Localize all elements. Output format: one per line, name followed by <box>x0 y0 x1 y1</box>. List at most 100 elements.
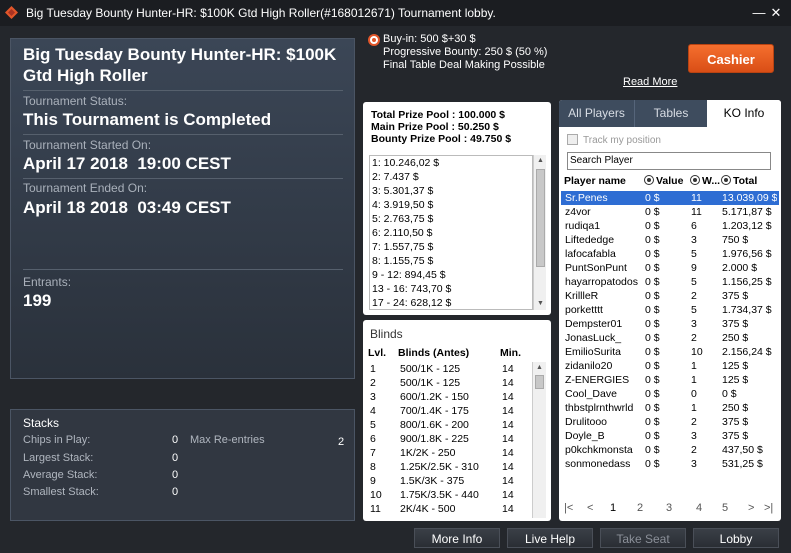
scroll-up-icon[interactable]: ▲ <box>534 155 547 167</box>
stacks-panel: Stacks Chips in Play: 0 Max Re-entries 2… <box>10 409 355 521</box>
blind-row: 11 2K/4K - 500 14 <box>366 502 532 516</box>
scroll-up-icon[interactable]: ▲ <box>533 362 546 374</box>
table-row[interactable]: hayarropatodos 0 $ 5 1.156,25 $ <box>561 275 779 289</box>
scroll-down-icon[interactable]: ▼ <box>534 298 547 310</box>
buyin-text: Buy-in: 500 $+30 $ <box>383 33 476 45</box>
largest-stack-label: Largest Stack: <box>23 452 94 464</box>
page-4[interactable]: 4 <box>696 502 702 514</box>
blind-level: 4 <box>370 405 376 417</box>
table-row[interactable]: EmilioSurita 0 $ 10 2.156,24 $ <box>561 345 779 359</box>
table-row[interactable]: lafocafabla 0 $ 5 1.976,56 $ <box>561 247 779 261</box>
table-row[interactable]: thbstplrnthwrld 0 $ 1 250 $ <box>561 401 779 415</box>
col-min: Min. <box>500 347 521 359</box>
live-help-button[interactable]: Live Help <box>507 528 593 548</box>
table-row[interactable]: Cool_Dave 0 $ 0 0 $ <box>561 387 779 401</box>
blind-row: 2 500/1K - 125 14 <box>366 376 532 390</box>
payout-row: 4: 3.919,50 $ <box>372 199 434 211</box>
table-row[interactable]: z4vor 0 $ 11 5.171,87 $ <box>561 205 779 219</box>
blind-minutes: 14 <box>502 433 514 445</box>
blind-level: 1 <box>370 363 376 375</box>
search-player-input[interactable]: Search Player <box>567 152 771 170</box>
first-page-icon[interactable]: |< <box>564 502 573 514</box>
checkbox-icon[interactable] <box>567 134 578 145</box>
table-row[interactable]: rudiqa1 0 $ 6 1.203,12 $ <box>561 219 779 233</box>
prize-pool-panel: Total Prize Pool : 100.000 $ Main Prize … <box>363 102 551 315</box>
chips-in-play-value: 0 <box>172 434 179 446</box>
player-name: Z-ENERGIES <box>565 374 630 386</box>
take-seat-button[interactable]: Take Seat <box>600 528 686 548</box>
blinds-scrollbar[interactable]: ▲ <box>532 362 546 518</box>
tab-ko-info[interactable]: KO Info <box>707 100 781 127</box>
read-more-link[interactable]: Read More <box>623 76 677 88</box>
divider <box>23 90 343 91</box>
player-value: 0 $ <box>645 402 660 414</box>
divider <box>23 134 343 135</box>
player-won: 5 <box>691 276 697 288</box>
table-row[interactable]: Liftededge 0 $ 3 750 $ <box>561 233 779 247</box>
last-page-icon[interactable]: >| <box>764 502 773 514</box>
blind-minutes: 14 <box>502 419 514 431</box>
blind-amounts: 700/1.4K - 175 <box>400 405 469 417</box>
player-won: 1 <box>691 402 697 414</box>
player-won: 2 <box>691 332 697 344</box>
pagination: |< < 1 2 3 4 5 > >| <box>559 502 781 518</box>
col-total-label: Total <box>733 175 758 187</box>
blind-minutes: 14 <box>502 475 514 487</box>
player-total: 250 $ <box>722 332 749 344</box>
player-name: PuntSonPunt <box>565 262 627 274</box>
player-value: 0 $ <box>645 318 660 330</box>
blind-level: 11 <box>370 503 381 515</box>
table-row[interactable]: Sr.Penes 0 $ 11 13.039,09 $ <box>561 191 779 205</box>
sort-radio-icon[interactable] <box>690 175 700 185</box>
largest-stack-value: 0 <box>172 452 179 464</box>
payout-row: 6: 2.110,50 $ <box>372 227 433 239</box>
blind-minutes: 14 <box>502 377 514 389</box>
blind-row: 5 800/1.6K - 200 14 <box>366 418 532 432</box>
sort-radio-icon[interactable] <box>721 175 731 185</box>
table-row[interactable]: zidanilo20 0 $ 1 125 $ <box>561 359 779 373</box>
scroll-thumb[interactable] <box>536 169 545 267</box>
col-won[interactable]: W... <box>690 175 720 187</box>
table-row[interactable]: Dempster01 0 $ 3 375 $ <box>561 317 779 331</box>
sort-radio-icon[interactable] <box>644 175 654 185</box>
player-total: 437,50 $ <box>722 444 763 456</box>
table-row[interactable]: Drulitooo 0 $ 2 375 $ <box>561 415 779 429</box>
payout-scrollbar[interactable]: ▲ ▼ <box>533 155 546 310</box>
col-value[interactable]: Value <box>644 175 683 187</box>
blind-level: 7 <box>370 447 376 459</box>
close-button[interactable]: ✕ <box>768 5 784 21</box>
player-total: 125 $ <box>722 374 749 386</box>
col-total[interactable]: Total <box>721 175 757 187</box>
table-row[interactable]: Z-ENERGIES 0 $ 1 125 $ <box>561 373 779 387</box>
table-row[interactable]: porketttt 0 $ 5 1.734,37 $ <box>561 303 779 317</box>
page-2[interactable]: 2 <box>637 502 643 514</box>
tab-all-players[interactable]: All Players <box>559 100 634 127</box>
table-row[interactable]: Doyle_B 0 $ 3 375 $ <box>561 429 779 443</box>
page-1[interactable]: 1 <box>610 502 616 514</box>
cashier-button[interactable]: Cashier <box>688 44 774 73</box>
blind-amounts: 1K/2K - 250 <box>400 447 456 459</box>
prev-page-icon[interactable]: < <box>587 502 593 514</box>
page-5[interactable]: 5 <box>722 502 728 514</box>
page-3[interactable]: 3 <box>666 502 672 514</box>
track-position-checkbox[interactable]: Track my position <box>567 134 661 146</box>
player-won: 3 <box>691 234 697 246</box>
table-row[interactable]: JonasLuck_ 0 $ 2 250 $ <box>561 331 779 345</box>
table-row[interactable]: sonmonedass 0 $ 3 531,25 $ <box>561 457 779 471</box>
player-value: 0 $ <box>645 430 660 442</box>
scroll-thumb[interactable] <box>535 375 544 389</box>
average-stack-value: 0 <box>172 469 179 481</box>
blind-level: 9 <box>370 475 376 487</box>
player-name: KrillleR <box>565 290 599 302</box>
table-row[interactable]: KrillleR 0 $ 2 375 $ <box>561 289 779 303</box>
next-page-icon[interactable]: > <box>748 502 754 514</box>
more-info-button[interactable]: More Info <box>414 528 500 548</box>
col-player-name[interactable]: Player name <box>564 175 626 187</box>
tab-tables[interactable]: Tables <box>634 100 707 127</box>
table-row[interactable]: PuntSonPunt 0 $ 9 2.000 $ <box>561 261 779 275</box>
lobby-button[interactable]: Lobby <box>693 528 779 548</box>
started-value: April 17 2018 19:00 CEST <box>23 154 231 173</box>
table-row[interactable]: p0kchkmonsta 0 $ 2 437,50 $ <box>561 443 779 457</box>
minimize-button[interactable]: — <box>751 5 767 21</box>
smallest-stack-value: 0 <box>172 486 179 498</box>
